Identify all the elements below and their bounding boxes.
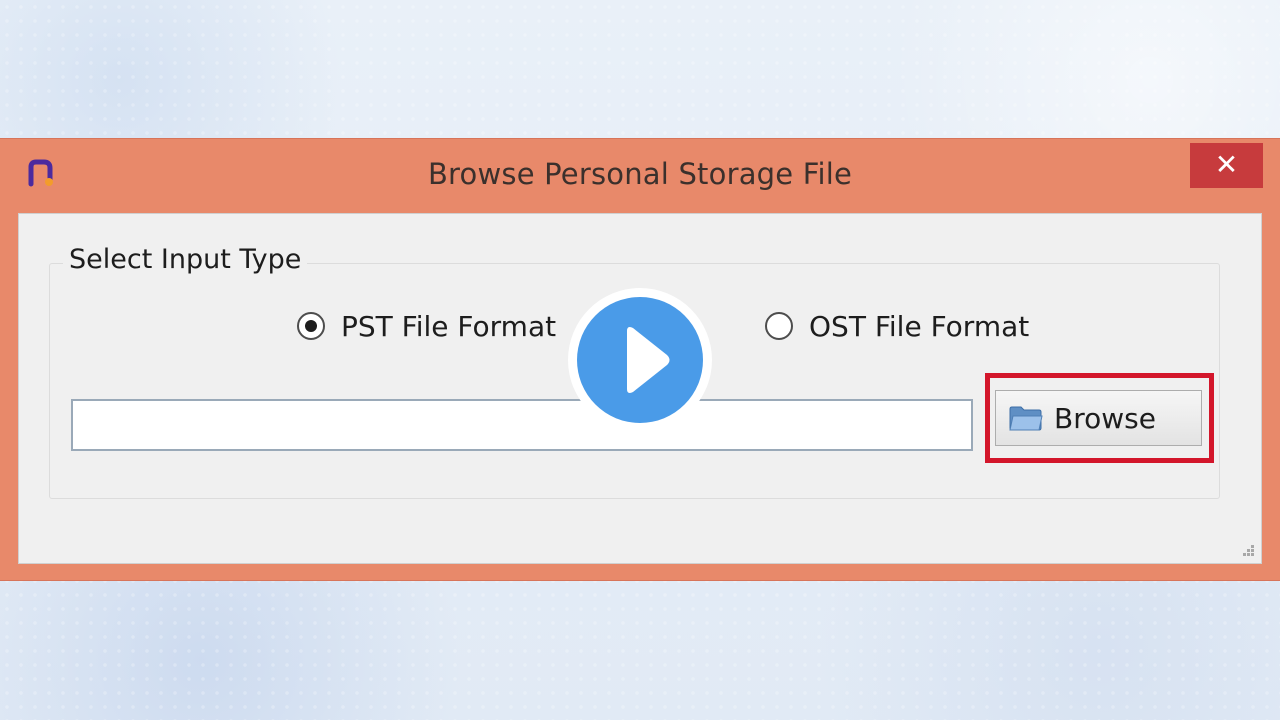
browse-button-label: Browse	[1054, 401, 1156, 435]
ost-radio-option[interactable]: OST File Format	[765, 304, 1029, 348]
play-button-disc	[577, 297, 703, 423]
ost-radio-button[interactable]	[765, 312, 793, 340]
folder-icon	[1009, 406, 1043, 431]
groupbox-legend: Select Input Type	[63, 244, 308, 275]
video-play-button[interactable]	[568, 288, 712, 432]
close-button[interactable]: ✕	[1190, 143, 1263, 188]
pst-radio-button[interactable]	[297, 312, 325, 340]
pst-radio-label: PST File Format	[341, 309, 557, 343]
ost-radio-label: OST File Format	[809, 309, 1030, 343]
browse-button[interactable]: Browse	[995, 390, 1202, 446]
pst-radio-option[interactable]: PST File Format	[297, 304, 556, 348]
window-title: Browse Personal Storage File	[427, 157, 853, 191]
play-icon	[627, 327, 670, 393]
file-path-input[interactable]	[71, 399, 973, 451]
title-bar[interactable]: Browse Personal Storage File ✕	[0, 139, 1280, 213]
resize-grip-icon[interactable]	[1239, 541, 1255, 557]
close-icon: ✕	[1214, 148, 1239, 181]
